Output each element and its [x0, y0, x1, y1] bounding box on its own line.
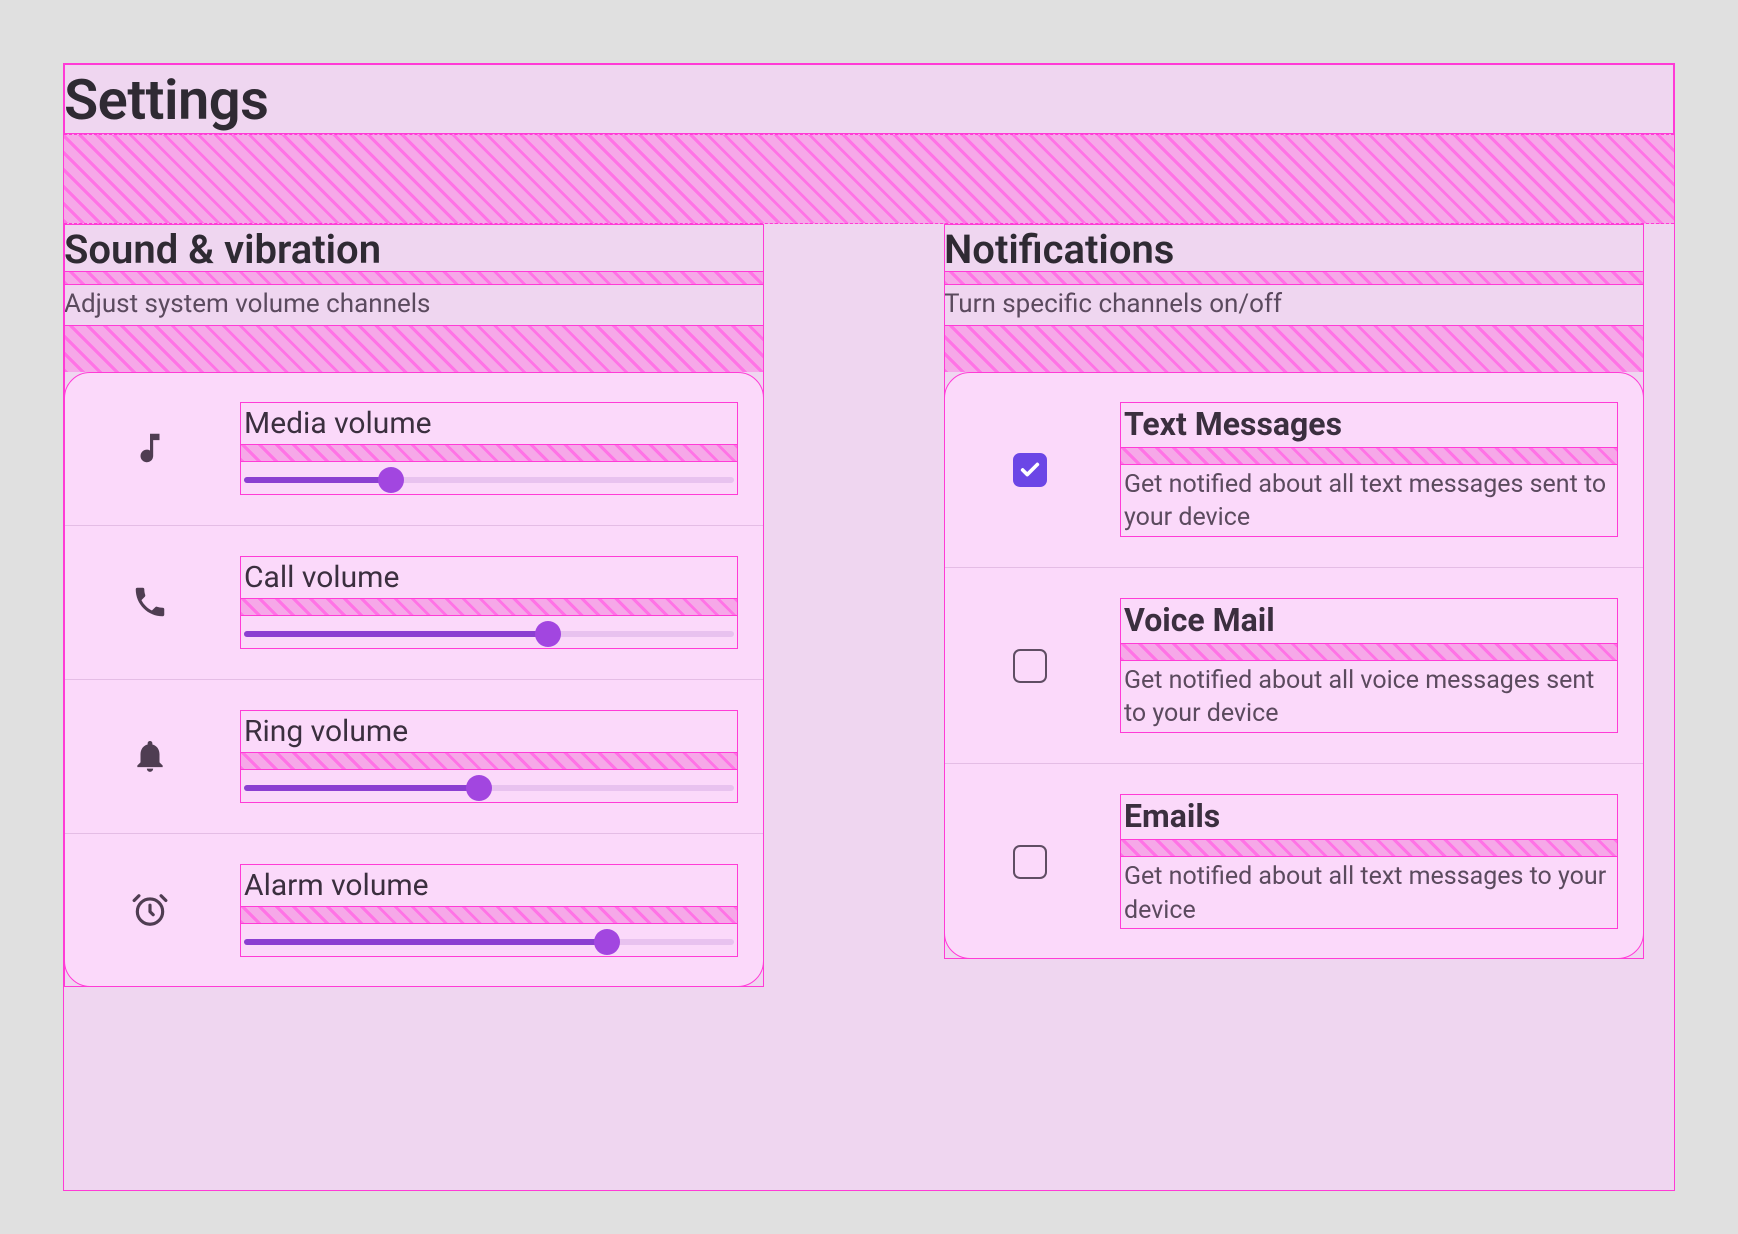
notification-row-body: Voice Mail Get notified about all voice … [1120, 598, 1618, 733]
volume-label: Call volume [240, 556, 738, 599]
emails-checkbox[interactable] [1013, 845, 1047, 879]
notification-row-voice-mail: Voice Mail Get notified about all voice … [944, 568, 1644, 764]
checkbox-col [970, 845, 1090, 879]
volume-row-call: Call volume [64, 526, 764, 680]
spacer [944, 272, 1644, 284]
spacer [240, 907, 738, 923]
alarm-icon [90, 891, 210, 929]
spacer [240, 599, 738, 615]
notifications-section: Notifications Turn specific channels on/… [944, 224, 1644, 960]
sound-card: Media volume [64, 372, 764, 987]
spacer [64, 272, 764, 284]
spacer [64, 326, 764, 372]
notifications-card: Text Messages Get notified about all tex… [944, 372, 1644, 959]
slider-thumb[interactable] [535, 621, 561, 647]
notifications-section-title: Notifications [944, 224, 1644, 272]
volume-label: Media volume [240, 402, 738, 445]
voice-mail-checkbox[interactable] [1013, 649, 1047, 683]
volume-row-body: Call volume [240, 556, 738, 649]
volume-row-body: Media volume [240, 402, 738, 495]
sound-section-subtitle: Adjust system volume channels [64, 284, 764, 326]
call-volume-slider[interactable] [240, 615, 738, 649]
notification-row-body: Emails Get notified about all text messa… [1120, 794, 1618, 929]
sound-section: Sound & vibration Adjust system volume c… [64, 224, 764, 987]
volume-label: Ring volume [240, 710, 738, 753]
page-spacer [64, 134, 1674, 224]
slider-fill [244, 939, 607, 945]
bell-icon [90, 737, 210, 775]
settings-page: Settings Sound & vibration Adjust system… [64, 64, 1674, 1190]
phone-icon [90, 583, 210, 621]
volume-row-ring: Ring volume [64, 680, 764, 834]
notification-row-body: Text Messages Get notified about all tex… [1120, 402, 1618, 537]
spacer [240, 753, 738, 769]
volume-row-alarm: Alarm volume [64, 834, 764, 987]
notification-title: Text Messages [1120, 402, 1618, 448]
checkbox-col [970, 649, 1090, 683]
columns: Sound & vibration Adjust system volume c… [64, 224, 1674, 987]
spacer [1120, 644, 1618, 660]
slider-thumb[interactable] [378, 467, 404, 493]
sound-section-title: Sound & vibration [64, 224, 764, 272]
text-messages-checkbox[interactable] [1013, 453, 1047, 487]
slider-thumb[interactable] [594, 929, 620, 955]
volume-label: Alarm volume [240, 864, 738, 907]
notification-desc: Get notified about all text messages to … [1120, 856, 1618, 930]
volume-row-body: Ring volume [240, 710, 738, 803]
slider-fill [244, 477, 391, 483]
music-note-icon [90, 429, 210, 467]
notification-desc: Get notified about all voice messages se… [1120, 660, 1618, 734]
spacer [240, 445, 738, 461]
volume-row-media: Media volume [64, 372, 764, 526]
spacer [944, 326, 1644, 372]
notifications-section-subtitle: Turn specific channels on/off [944, 284, 1644, 326]
checkbox-col [970, 453, 1090, 487]
spacer [1120, 840, 1618, 856]
notification-title: Emails [1120, 794, 1618, 840]
ring-volume-slider[interactable] [240, 769, 738, 803]
slider-thumb[interactable] [466, 775, 492, 801]
notification-row-text-messages: Text Messages Get notified about all tex… [944, 372, 1644, 568]
notification-row-emails: Emails Get notified about all text messa… [944, 764, 1644, 959]
slider-fill [244, 631, 548, 637]
slider-fill [244, 785, 479, 791]
page-title: Settings [64, 64, 1674, 134]
notification-desc: Get notified about all text messages sen… [1120, 464, 1618, 538]
alarm-volume-slider[interactable] [240, 923, 738, 957]
media-volume-slider[interactable] [240, 461, 738, 495]
notification-title: Voice Mail [1120, 598, 1618, 644]
volume-row-body: Alarm volume [240, 864, 738, 957]
spacer [1120, 448, 1618, 464]
